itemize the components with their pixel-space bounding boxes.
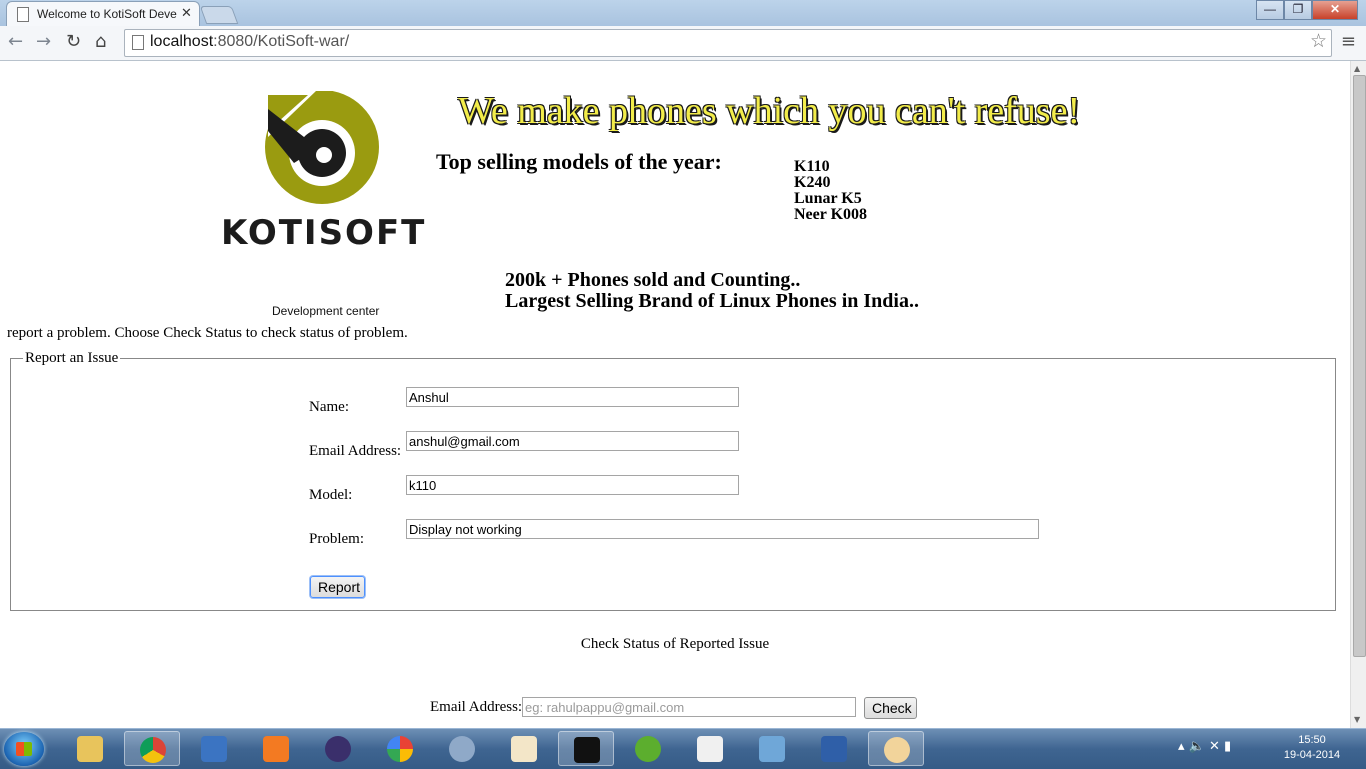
clock-time: 15:50 — [1298, 734, 1326, 746]
window-controls: — ❐ ✕ — [1256, 0, 1358, 20]
start-button[interactable] — [4, 732, 44, 766]
utorrent-icon[interactable] — [620, 731, 676, 766]
picasa-icon[interactable] — [372, 731, 428, 766]
model-item: Neer K008 — [794, 206, 868, 223]
home-icon[interactable]: ⌂ — [95, 31, 106, 52]
eclipse-icon[interactable] — [310, 731, 366, 766]
stat-line: Largest Selling Brand of Linux Phones in… — [505, 290, 919, 312]
taskbar-clock[interactable]: 15:50 19-04-2014 — [1272, 733, 1352, 763]
check-status-title: Check Status of Reported Issue — [580, 636, 770, 652]
model-item: Lunar K5 — [794, 190, 862, 207]
model-input[interactable] — [406, 475, 739, 495]
page-viewport: KOTISOFT Development center We make phon… — [0, 61, 1350, 728]
minimize-button[interactable]: — — [1256, 0, 1284, 20]
xampp-icon[interactable] — [248, 731, 304, 766]
address-bar[interactable]: localhost:8080/KotiSoft-war/ ☆ — [124, 29, 1332, 57]
logo-wordmark: KOTISOFT — [221, 213, 427, 253]
name-input[interactable] — [406, 387, 739, 407]
browser-toolbar: ← → ↻ ⌂ localhost:8080/KotiSoft-war/ ☆ ≡ — [0, 26, 1366, 61]
model-label: Model: — [309, 487, 353, 503]
browser-tab[interactable]: Welcome to KotiSoft Deve ✕ — [6, 1, 200, 27]
vertical-scrollbar[interactable]: ▲ ▼ — [1350, 61, 1366, 728]
chrome-icon[interactable] — [124, 731, 180, 766]
top-selling-label: Top selling models of the year: — [436, 149, 722, 174]
models-list: K110 K240 Lunar K5 Neer K008 — [794, 159, 867, 223]
check-button[interactable]: Check — [864, 697, 917, 719]
file-explorer-icon[interactable] — [62, 731, 118, 766]
tab-title: Welcome to KotiSoft Deve — [37, 7, 177, 21]
page-icon — [132, 35, 144, 50]
notes-icon[interactable] — [496, 731, 552, 766]
apps-icon[interactable] — [682, 731, 738, 766]
tab-close-icon[interactable]: ✕ — [181, 5, 192, 21]
report-legend: Report an Issue — [25, 350, 119, 366]
new-tab-button[interactable] — [199, 6, 239, 24]
clock-date: 19-04-2014 — [1283, 749, 1341, 761]
close-window-button[interactable]: ✕ — [1312, 0, 1358, 20]
name-label: Name: — [309, 399, 349, 415]
model-item: K240 — [794, 174, 831, 191]
dev-center-caption: Development center — [272, 304, 380, 318]
cmd-icon[interactable] — [558, 731, 614, 766]
bookmark-star-icon[interactable]: ☆ — [1310, 30, 1327, 52]
scroll-up-icon[interactable]: ▲ — [1354, 64, 1360, 73]
check-email-input[interactable] — [522, 697, 856, 717]
intro-text: report a problem. Choose Check Status to… — [7, 325, 408, 341]
report-button[interactable]: Report — [310, 576, 365, 598]
scrollbar-thumb[interactable] — [1353, 75, 1366, 657]
headline: We make phones which you can't refuse! — [458, 90, 1081, 132]
paint-icon[interactable] — [868, 731, 924, 766]
scroll-down-icon[interactable]: ▼ — [1354, 715, 1360, 724]
email-label: Email Address: — [309, 443, 402, 459]
settings-icon[interactable] — [434, 731, 490, 766]
remote-icon[interactable] — [806, 731, 862, 766]
model-item: K110 — [794, 158, 830, 175]
stats-block: 200k + Phones sold and Counting.. Larges… — [505, 270, 919, 312]
page-icon — [17, 7, 29, 22]
network-icon[interactable] — [744, 731, 800, 766]
taskbar: ▴ 🔈 ✕ ▮ 15:50 19-04-2014 — [0, 728, 1366, 769]
menu-icon[interactable]: ≡ — [1341, 31, 1356, 52]
problem-input[interactable] — [406, 519, 1039, 539]
stat-line: 200k + Phones sold and Counting.. — [505, 269, 801, 291]
forward-icon[interactable]: → — [36, 31, 51, 52]
maximize-button[interactable]: ❐ — [1284, 0, 1312, 20]
url-text: localhost:8080/KotiSoft-war/ — [150, 33, 350, 50]
reload-icon[interactable]: ↻ — [66, 31, 81, 52]
window-titlebar: Welcome to KotiSoft Deve ✕ — ❐ ✕ — [0, 0, 1366, 27]
system-tray[interactable]: ▴ 🔈 ✕ ▮ — [1178, 739, 1231, 754]
email-input[interactable] — [406, 431, 739, 451]
problem-label: Problem: — [309, 531, 364, 547]
virtualbox-icon[interactable] — [186, 731, 242, 766]
check-email-label: Email Address: — [430, 699, 523, 715]
back-icon[interactable]: ← — [8, 31, 23, 52]
